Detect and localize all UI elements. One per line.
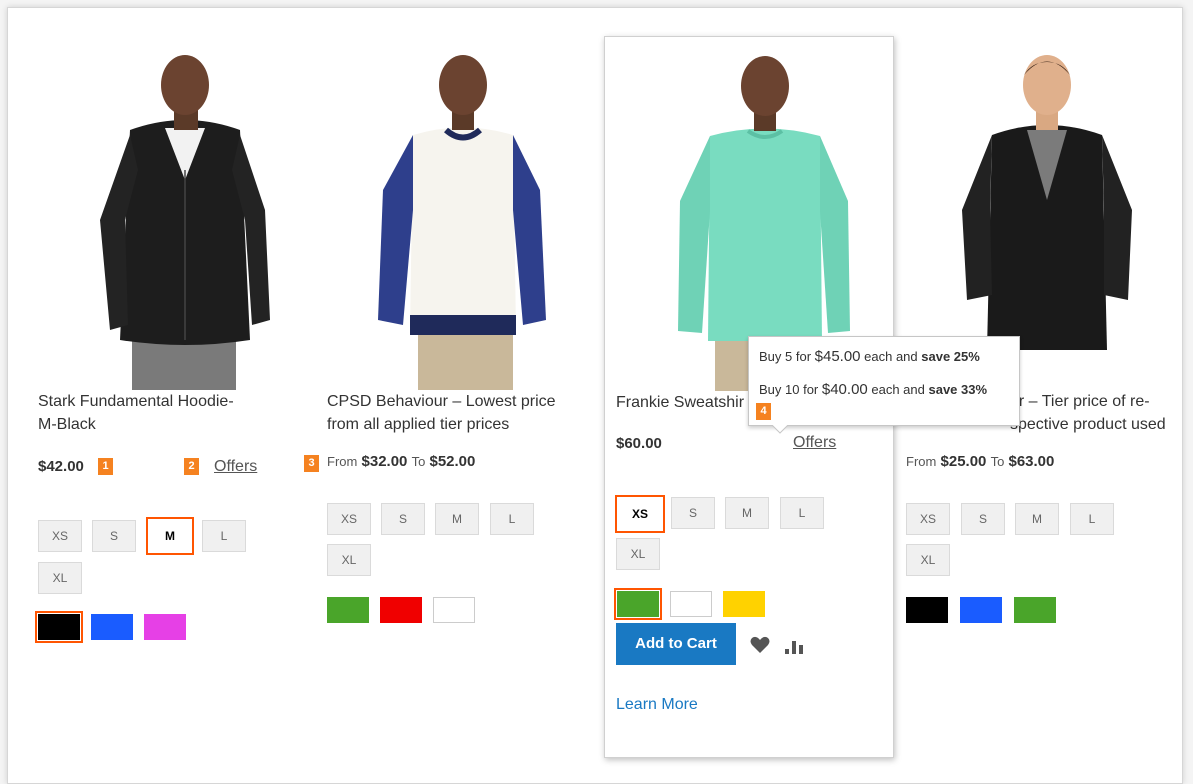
size-swatch-xl[interactable]: XL [327,544,371,576]
tier-row-save: save 33% [928,382,988,397]
size-swatch-m[interactable]: M [725,497,769,529]
product-name-line2[interactable]: from all applied tier prices [327,416,509,433]
product-name-line1[interactable]: ur – Tier price of re- [1010,393,1150,410]
add-to-cart-button[interactable]: Add to Cart [616,623,736,665]
marker-badge-1: 1 [98,458,113,475]
price-to: $63.00 [1008,453,1055,470]
size-swatch-l[interactable]: L [490,503,534,535]
color-swatch-black[interactable] [906,597,948,623]
offers-link[interactable]: Offers [793,434,836,452]
product-price: $60.00 [616,435,662,452]
product-name[interactable]: CPSD Behaviour – Lowest price from all a… [327,390,577,436]
size-swatch-xl[interactable]: XL [616,538,660,570]
size-swatch-l[interactable]: L [780,497,824,529]
tier-row-prefix: Buy 10 for [759,382,822,397]
product-name[interactable]: Stark Fundamental Hoodie- M-Black [38,390,278,436]
size-swatch-m[interactable]: M [1015,503,1059,535]
product-name-line1[interactable]: Stark Fundamental Hoodie- [38,393,234,410]
color-swatch-green[interactable] [1014,597,1056,623]
size-swatch-s[interactable]: S [92,520,136,552]
color-swatch-magenta[interactable] [144,614,186,640]
size-swatch-xs[interactable]: XS [327,503,371,535]
price-from: $32.00 [361,453,408,470]
tooltip-pointer [771,424,789,434]
price-to: $52.00 [429,453,476,470]
color-swatch-white[interactable] [433,597,475,623]
size-swatch-s[interactable]: S [381,503,425,535]
color-swatch-black[interactable] [35,611,83,643]
product-name-line1[interactable]: CPSD Behaviour – Lowest price [327,393,556,410]
size-swatch-s[interactable]: S [671,497,715,529]
product-card-2: CPSD Behaviour – Lowest price from all a… [304,40,578,660]
color-swatch-blue[interactable] [960,597,1002,623]
color-swatch-blue[interactable] [91,614,133,640]
compare-icon[interactable] [785,638,805,654]
learn-more-link[interactable]: Learn More [616,696,698,714]
product-card-1: Stark Fundamental Hoodie- M-Black $42.00… [30,40,280,660]
tier-price-tooltip: Buy 5 for $45.00 each and save 25% Buy 1… [748,336,1020,434]
tier-row-save: save 25% [921,349,980,364]
size-swatch-s[interactable]: S [961,503,1005,535]
size-swatch-m[interactable]: M [146,517,194,555]
price-to-label: To [411,454,426,469]
price-from-label: From [906,454,937,469]
product-image-hoodie-black[interactable] [70,50,300,390]
product-name[interactable]: ur – Tier price of re- spective product … [1010,390,1180,436]
tier-price-row-1: Buy 5 for $45.00 each and save 25% [759,348,980,365]
size-swatch-l[interactable]: L [202,520,246,552]
tier-row-prefix: Buy 5 for [759,349,815,364]
size-swatch-xs[interactable]: XS [906,503,950,535]
product-price-range: From $25.00 To $63.00 [906,453,1054,470]
color-swatch-white[interactable] [670,591,712,617]
tier-row-mid: each and [867,382,929,397]
offers-link[interactable]: Offers [214,458,257,476]
product-name[interactable]: Frankie Sweatshir [616,391,744,414]
tier-row-price: $40.00 [821,381,868,398]
heart-icon[interactable] [750,636,770,654]
size-swatch-xs[interactable]: XS [38,520,82,552]
price-from-label: From [327,454,358,469]
product-price: $42.00 [38,458,84,475]
marker-badge-3: 3 [304,455,319,472]
size-swatch-xl[interactable]: XL [906,544,950,576]
tier-price-row-2: Buy 10 for $40.00 each and save 33% [759,381,987,398]
size-swatch-m[interactable]: M [435,503,479,535]
color-swatch-green[interactable] [614,588,662,620]
product-price-range: From $32.00 To $52.00 [327,453,475,470]
tier-row-price: $45.00 [814,348,861,365]
color-swatch-green[interactable] [327,597,369,623]
marker-badge-4: 4 [756,403,771,420]
price-from: $25.00 [940,453,987,470]
product-name-line2[interactable]: spective product used [1010,416,1166,433]
tier-row-mid: each and [860,349,922,364]
size-swatch-xl[interactable]: XL [38,562,82,594]
size-swatch-l[interactable]: L [1070,503,1114,535]
product-name-line2[interactable]: M-Black [38,416,96,433]
marker-badge-2: 2 [184,458,199,475]
price-to-label: To [990,454,1005,469]
color-swatch-red[interactable] [380,597,422,623]
product-image-raglan-sweater[interactable] [348,50,578,390]
color-swatch-yellow[interactable] [723,591,765,617]
size-swatch-xs[interactable]: XS [615,495,665,533]
